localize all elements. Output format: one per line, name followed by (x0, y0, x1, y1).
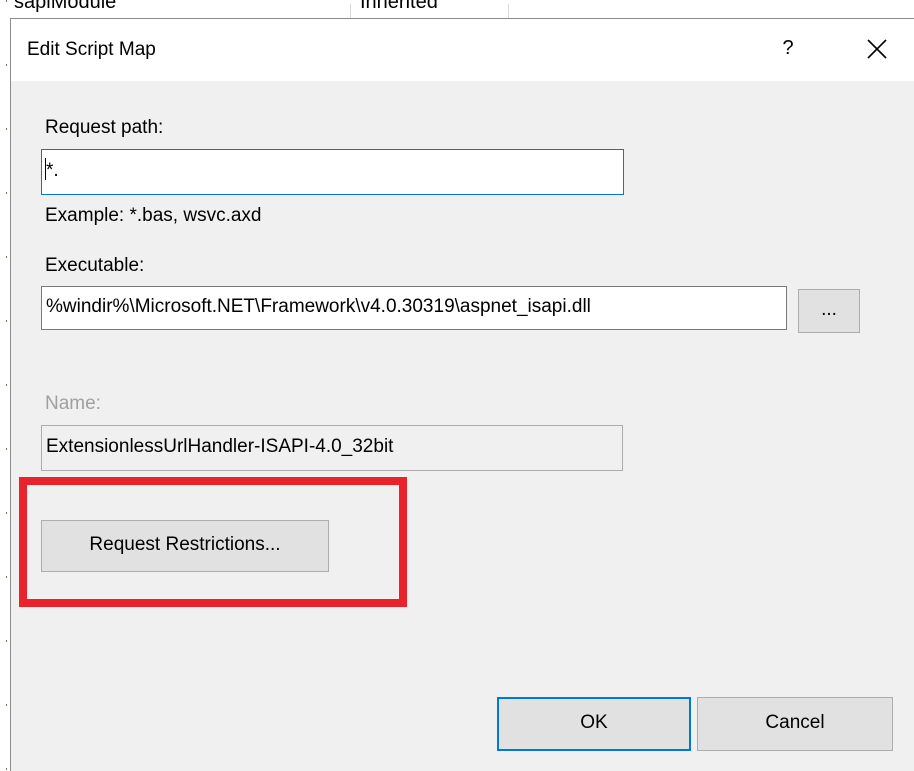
request-path-input[interactable]: *. (41, 149, 624, 195)
dialog-titlebar[interactable]: Edit Script Map ? (11, 19, 914, 81)
close-button[interactable] (857, 31, 897, 67)
background-column-separator (508, 4, 509, 18)
background-tree-lines (6, 0, 7, 771)
request-restrictions-button[interactable]: Request Restrictions... (41, 520, 329, 572)
browse-button-label: ... (821, 298, 837, 320)
background-column-separator (350, 4, 351, 18)
browse-executable-button[interactable]: ... (798, 289, 860, 333)
executable-value: %windir%\Microsoft.NET\Framework\v4.0.30… (46, 295, 591, 317)
background-cell-module: sapiModule (14, 0, 117, 13)
request-path-label: Request path: (45, 117, 164, 138)
name-label: Name: (45, 393, 101, 414)
request-path-value: *. (46, 159, 59, 181)
executable-input[interactable]: %windir%\Microsoft.NET\Framework\v4.0.30… (41, 286, 787, 330)
edit-script-map-dialog: Edit Script Map ? Request path: *. Examp… (10, 18, 914, 771)
cancel-button-label: Cancel (765, 711, 825, 733)
background-cell-entry-type: Inherited (360, 0, 438, 13)
name-input[interactable]: ExtensionlessUrlHandler-ISAPI-4.0_32bit (41, 425, 623, 471)
dialog-title: Edit Script Map (27, 39, 156, 60)
help-button[interactable]: ? (771, 31, 805, 65)
name-value: ExtensionlessUrlHandler-ISAPI-4.0_32bit (46, 435, 394, 457)
ok-button[interactable]: OK (497, 697, 691, 751)
request-restrictions-label: Request Restrictions... (89, 533, 281, 555)
background-window-edge (0, 0, 10, 771)
ok-button-label: OK (580, 711, 608, 733)
request-path-example: Example: *.bas, wsvc.axd (45, 205, 262, 226)
executable-label: Executable: (45, 255, 145, 276)
cancel-button[interactable]: Cancel (697, 697, 893, 751)
close-icon (867, 39, 887, 59)
